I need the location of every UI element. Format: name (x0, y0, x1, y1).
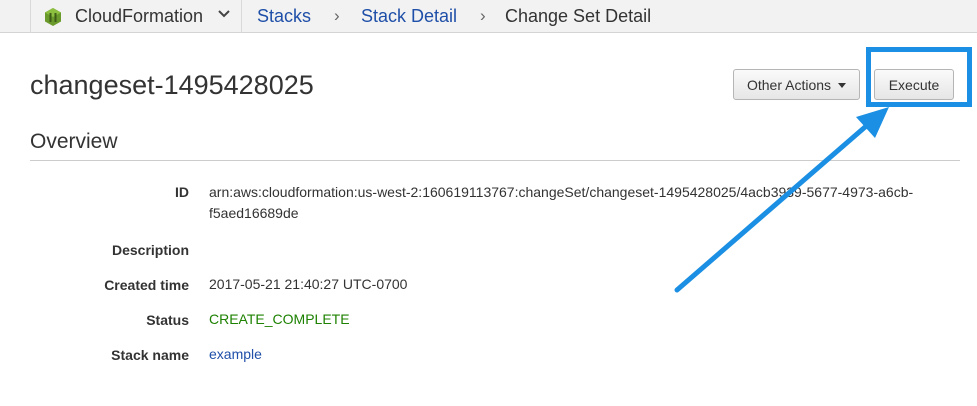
annotation-arrow-icon (674, 107, 889, 293)
